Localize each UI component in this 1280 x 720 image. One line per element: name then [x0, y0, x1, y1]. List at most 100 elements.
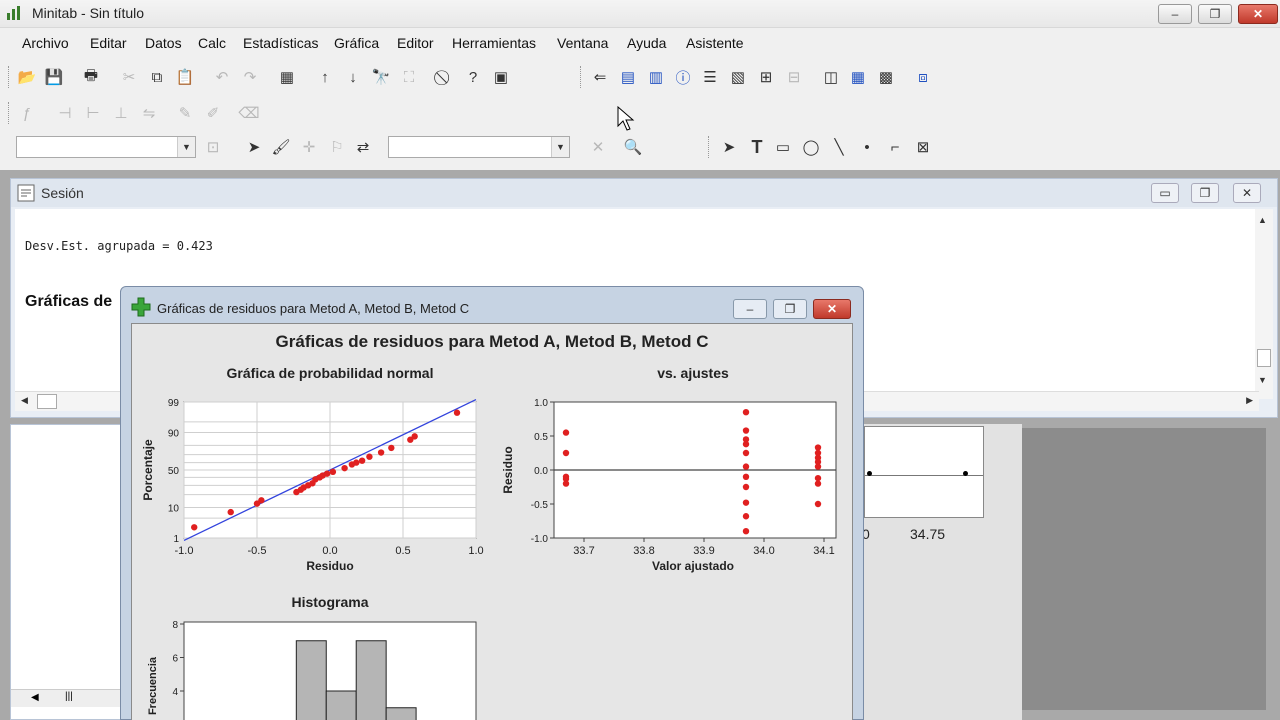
copy-icon[interactable]: ⧉	[146, 66, 168, 88]
scroll-left-icon[interactable]: ◀	[21, 395, 28, 406]
graph-restore-button[interactable]: ❐	[773, 299, 807, 319]
select-arrow-icon[interactable]: ➤	[243, 136, 265, 158]
move-up-icon[interactable]: ↑	[314, 66, 336, 88]
line-tool-icon[interactable]: ╲	[828, 136, 850, 158]
history-icon[interactable]: ☰	[699, 66, 721, 88]
session-output-line: Desv.Est. agrupada = 0.423	[25, 239, 213, 253]
prob-data-point	[323, 470, 331, 477]
fits-y-label: Residuo	[501, 446, 515, 493]
session-minimize-button[interactable]: ▭	[1151, 183, 1179, 203]
grid-icon[interactable]: ▩	[875, 66, 897, 88]
print-icon[interactable]: 🖶	[80, 66, 102, 88]
help-icon[interactable]: ?	[462, 66, 484, 88]
formula-icon[interactable]: ƒ	[16, 102, 38, 124]
marker-tool-icon[interactable]: •	[856, 136, 878, 158]
session-restore-button[interactable]: ❐	[1191, 183, 1219, 203]
menu-calc[interactable]: Calc	[198, 35, 226, 51]
close-button[interactable]: ✕	[1238, 4, 1278, 24]
move-columns-icon[interactable]: ⇋	[138, 102, 160, 124]
font-dropdown[interactable]: ▼	[388, 136, 570, 158]
find-icon[interactable]: 🔭	[370, 66, 392, 88]
layout-icon[interactable]: ▦	[847, 66, 869, 88]
graph-canvas[interactable]: Gráficas de residuos para Metod A, Metod…	[131, 323, 853, 720]
prob-data-point	[388, 444, 395, 452]
hist-y-tick-label: 6	[172, 654, 178, 665]
redo-icon[interactable]: ↷	[239, 66, 261, 88]
menu-datos[interactable]: Datos	[145, 35, 182, 51]
zoom-icon[interactable]: 🔍	[622, 136, 644, 158]
menu-editor[interactable]: Editor	[397, 35, 434, 51]
scroll-up-icon[interactable]: ▲	[1258, 215, 1267, 225]
residual-window-title: Gráficas de residuos para Metod A, Metod…	[157, 301, 470, 316]
worksheet-window[interactable]: ◀ |||	[10, 424, 122, 720]
undo-icon[interactable]: ↶	[211, 66, 233, 88]
swap-icon[interactable]: ⇄	[352, 136, 374, 158]
polygon-tool-icon[interactable]: ⊠	[912, 136, 934, 158]
minimize-button[interactable]: –	[1158, 4, 1192, 24]
scroll-thumb[interactable]: |||	[65, 691, 73, 702]
find-replace-icon[interactable]: ⛶	[398, 66, 420, 88]
graph-minimize-button[interactable]: –	[733, 299, 767, 319]
graph-folder-icon[interactable]: ◫	[820, 66, 842, 88]
graph-main-title: Gráficas de residuos para Metod A, Metod…	[276, 332, 709, 351]
pointer-tool-icon[interactable]: ➤	[718, 136, 740, 158]
paste-icon[interactable]: 📋	[174, 66, 196, 88]
menu-estadisticas[interactable]: Estadísticas	[243, 35, 318, 51]
text-tool-icon[interactable]: T	[746, 136, 768, 158]
graph-close-button[interactable]: ✕	[813, 299, 851, 319]
cancel-icon[interactable]: ⃠	[434, 66, 456, 88]
residual-plots-window[interactable]: Gráficas de residuos para Metod A, Metod…	[120, 286, 864, 720]
polyline-tool-icon[interactable]: ⌐	[884, 136, 906, 158]
manage-graphs-icon[interactable]: ⧈	[912, 66, 934, 88]
brush-tool-icon[interactable]: 🖌	[270, 136, 292, 158]
show-session-icon[interactable]: ▤	[617, 66, 639, 88]
prob-y-tick-label: 99	[168, 398, 180, 409]
insert-columns-icon[interactable]: ⊥	[110, 102, 132, 124]
scroll-right-icon[interactable]: ▶	[1246, 395, 1253, 406]
brush-icon[interactable]: ✎	[174, 102, 196, 124]
assistant-icon[interactable]: ▣	[490, 66, 512, 88]
session-close-button[interactable]: ✕	[1233, 183, 1261, 203]
menu-herramientas[interactable]: Herramientas	[452, 35, 536, 51]
hist-y-tick-label: 8	[172, 620, 178, 631]
worksheet-scrollbar[interactable]: ◀ |||	[11, 689, 121, 707]
fits-data-point	[742, 473, 750, 480]
cut-icon[interactable]: ✂	[118, 66, 140, 88]
flag-icon[interactable]: ⚐	[326, 136, 348, 158]
info-icon[interactable]: ⓘ	[672, 66, 694, 88]
scroll-left-icon[interactable]: ◀	[31, 692, 39, 703]
related-documents-icon[interactable]: ⊟	[783, 66, 805, 88]
report-pad-icon[interactable]: ▧	[727, 66, 749, 88]
eraser-icon[interactable]: ⌫	[238, 102, 260, 124]
edit-last-dialog-icon[interactable]: ▦	[276, 66, 298, 88]
fits-data-point	[562, 429, 570, 436]
insert-cells-icon[interactable]: ⊣	[54, 102, 76, 124]
insert-rows-icon[interactable]: ⊢	[82, 102, 104, 124]
menu-ayuda[interactable]: Ayuda	[627, 35, 666, 51]
item-selection-dropdown[interactable]: ▼	[16, 136, 196, 158]
show-worksheets-icon[interactable]: ▥	[645, 66, 667, 88]
pen-icon[interactable]: ✐	[202, 102, 224, 124]
tile-icon[interactable]: ⊞	[755, 66, 777, 88]
menu-ventana[interactable]: Ventana	[557, 35, 608, 51]
fits-data-point	[814, 480, 822, 487]
move-down-icon[interactable]: ↓	[342, 66, 364, 88]
session-vertical-scrollbar[interactable]: ▲ ▼	[1255, 209, 1273, 399]
project-manager-icon[interactable]: ⇐	[589, 66, 611, 88]
ellipse-tool-icon[interactable]: ◯	[800, 136, 822, 158]
open-folder-icon[interactable]: 📂	[16, 66, 38, 88]
save-icon[interactable]: 💾	[43, 66, 65, 88]
scroll-down-icon[interactable]: ▼	[1258, 375, 1267, 385]
hscroll-thumb[interactable]	[37, 394, 57, 409]
delete-icon[interactable]: ✕	[587, 136, 609, 158]
menu-grafica[interactable]: Gráfica	[334, 35, 379, 51]
menu-editar[interactable]: Editar	[90, 35, 127, 51]
scroll-thumb[interactable]	[1257, 349, 1271, 367]
edit-item-icon[interactable]: ⊡	[202, 136, 224, 158]
background-graph-window[interactable]: 0 34.75	[862, 424, 1022, 720]
menu-asistente[interactable]: Asistente	[686, 35, 744, 51]
crosshair-icon[interactable]: ✛	[298, 136, 320, 158]
maximize-button[interactable]: ❐	[1198, 4, 1232, 24]
rectangle-tool-icon[interactable]: ▭	[772, 136, 794, 158]
menu-archivo[interactable]: Archivo	[22, 35, 69, 51]
